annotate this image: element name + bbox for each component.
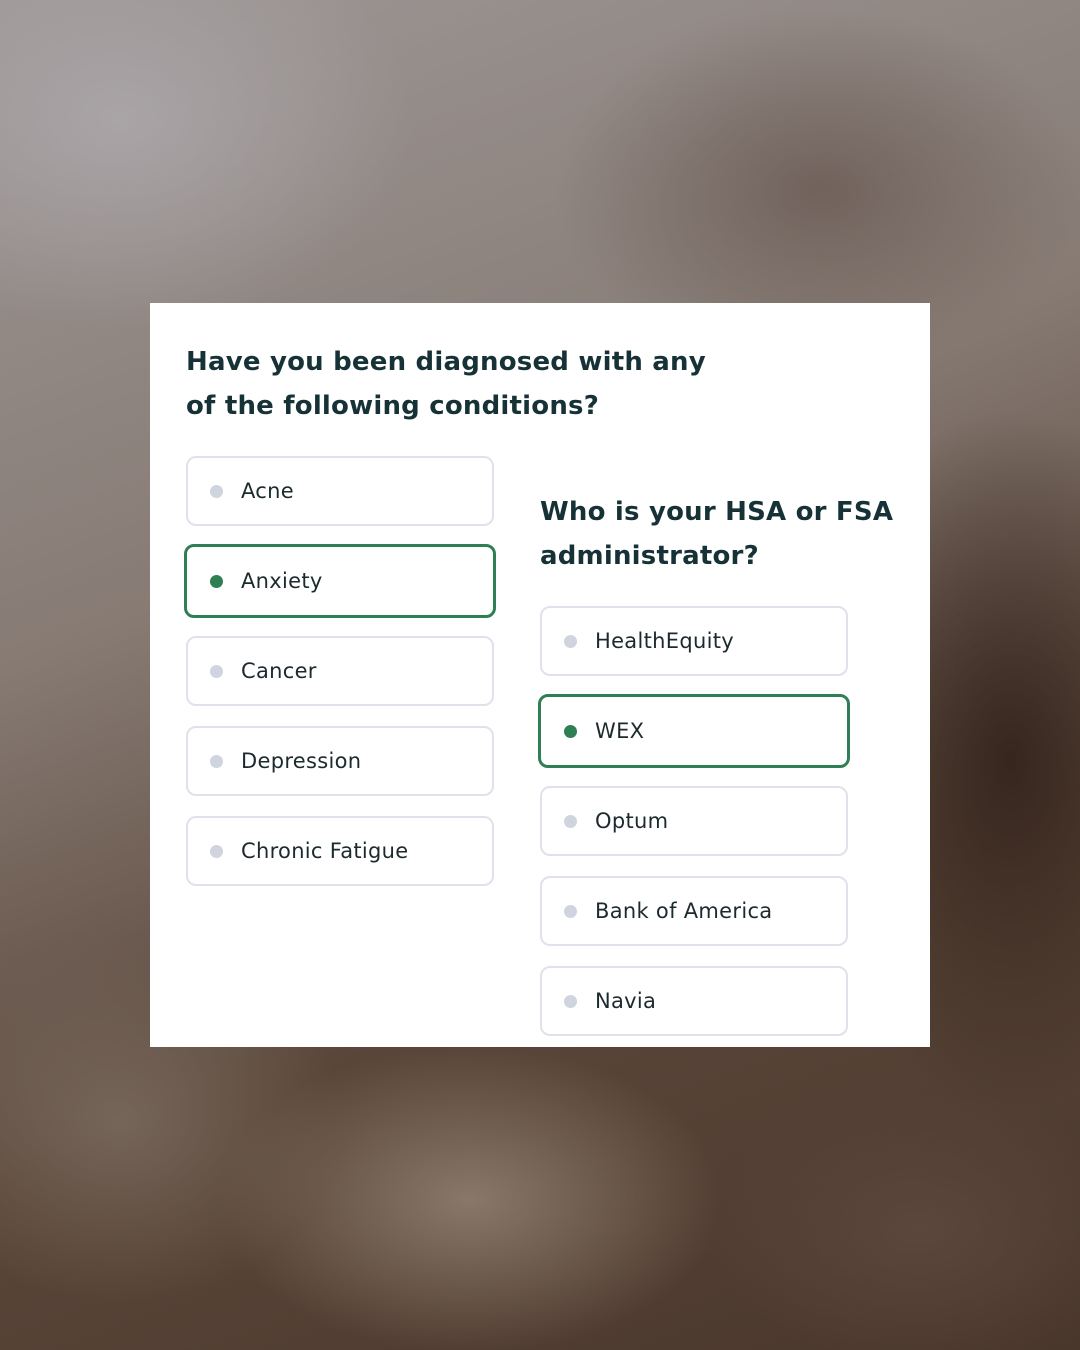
radio-dot-icon bbox=[564, 814, 577, 828]
option-chronic-fatigue[interactable]: Chronic Fatigue bbox=[186, 816, 494, 886]
option-label: Cancer bbox=[241, 659, 317, 683]
survey-card: Have you been diagnosed with any of the … bbox=[150, 303, 930, 1047]
option-bank-of-america[interactable]: Bank of America bbox=[540, 876, 848, 946]
radio-dot-icon bbox=[564, 634, 577, 648]
option-label: Acne bbox=[241, 479, 294, 503]
option-label: HealthEquity bbox=[595, 629, 734, 653]
option-label: Depression bbox=[241, 749, 362, 773]
option-label: Anxiety bbox=[241, 569, 323, 593]
radio-dot-icon bbox=[210, 484, 223, 498]
option-navia[interactable]: Navia bbox=[540, 966, 848, 1036]
option-label: Optum bbox=[595, 809, 669, 833]
option-wex[interactable]: WEX bbox=[538, 694, 850, 768]
option-cancer[interactable]: Cancer bbox=[186, 636, 494, 706]
radio-dot-selected-icon bbox=[564, 724, 577, 738]
option-label: Chronic Fatigue bbox=[241, 839, 409, 863]
conditions-question: Have you been diagnosed with any of the … bbox=[186, 347, 706, 421]
radio-dot-icon bbox=[210, 754, 223, 768]
option-depression[interactable]: Depression bbox=[186, 726, 494, 796]
option-healthequity[interactable]: HealthEquity bbox=[540, 606, 848, 676]
option-label: WEX bbox=[595, 719, 645, 743]
administrator-options: HealthEquity WEX Optum Bank of America N… bbox=[538, 606, 850, 1056]
option-label: Bank of America bbox=[595, 899, 773, 923]
option-anxiety[interactable]: Anxiety bbox=[184, 544, 496, 618]
administrator-question: Who is your HSA or FSA administrator? bbox=[540, 497, 894, 571]
radio-dot-selected-icon bbox=[210, 574, 223, 588]
option-label: Navia bbox=[595, 989, 657, 1013]
option-acne[interactable]: Acne bbox=[186, 456, 494, 526]
radio-dot-icon bbox=[564, 904, 577, 918]
radio-dot-icon bbox=[210, 844, 223, 858]
radio-dot-icon bbox=[210, 664, 223, 678]
radio-dot-icon bbox=[564, 994, 577, 1008]
conditions-options: Acne Anxiety Cancer Depression Chronic F… bbox=[184, 456, 496, 906]
option-optum[interactable]: Optum bbox=[540, 786, 848, 856]
